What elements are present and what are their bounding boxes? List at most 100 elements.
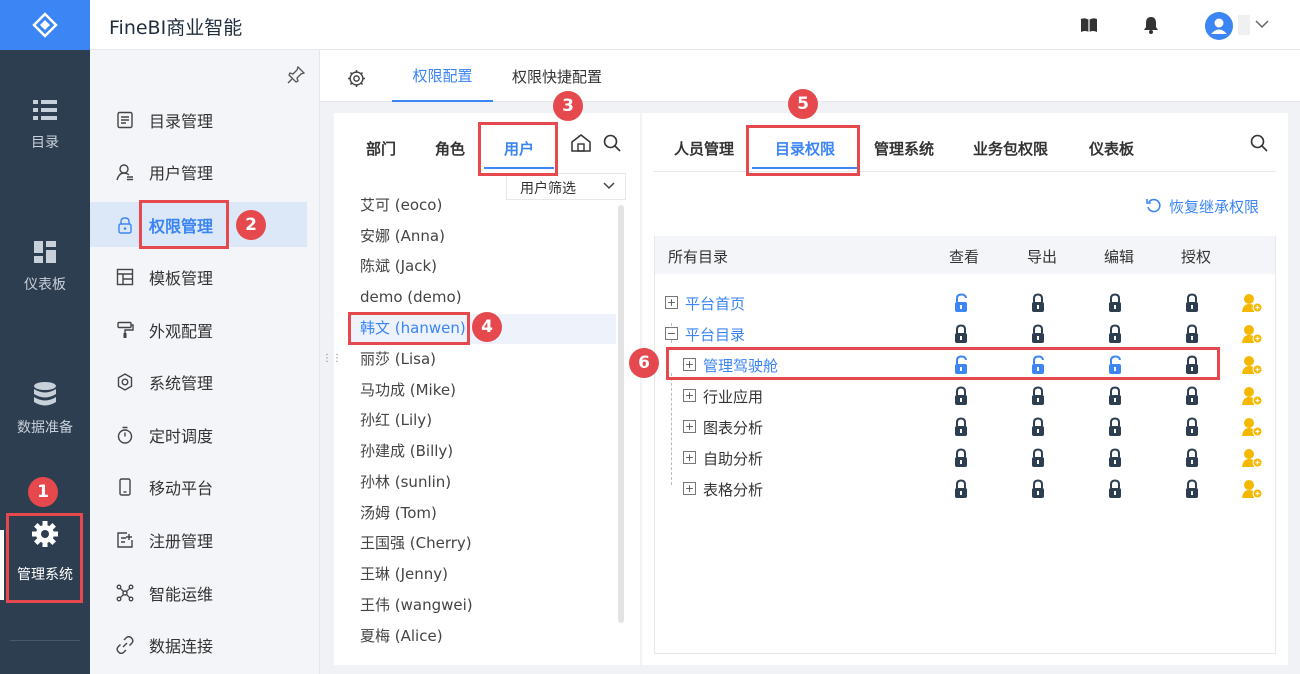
locked-icon[interactable] <box>1183 355 1201 379</box>
sidenav-item-system[interactable]: 系统管理 <box>90 359 307 404</box>
subtab-dashboard[interactable]: 仪表板 <box>1089 131 1134 171</box>
subtab-user[interactable]: 用户 <box>484 131 554 169</box>
department-filter-icon[interactable] <box>570 133 592 153</box>
unlocked-icon[interactable] <box>1106 355 1124 379</box>
user-item[interactable]: 陈斌 (Jack) <box>360 254 437 278</box>
locked-icon[interactable] <box>1106 417 1124 441</box>
chevron-down-icon[interactable] <box>1255 20 1269 29</box>
user-item[interactable]: 孙建成 (Billy) <box>360 439 453 463</box>
tab-permission-config[interactable]: 权限配置 <box>392 50 493 102</box>
sidenav-item-ops[interactable]: 智能运维 <box>90 570 307 615</box>
subtab-role[interactable]: 角色 <box>435 131 465 171</box>
user-filter-dropdown[interactable]: 用户筛选 <box>506 173 626 200</box>
locked-icon[interactable] <box>1106 448 1124 472</box>
sidenav-item-templates[interactable]: 模板管理 <box>90 254 307 299</box>
locked-icon[interactable] <box>1183 448 1201 472</box>
tree-node-label[interactable]: 管理驾驶舱 <box>703 355 778 376</box>
user-item[interactable]: 王国强 (Cherry) <box>360 531 472 555</box>
unlocked-icon[interactable] <box>1029 355 1047 379</box>
user-item[interactable]: 艾可 (eoco) <box>360 193 442 217</box>
user-item[interactable]: 安娜 (Anna) <box>360 224 445 248</box>
locked-icon[interactable] <box>1106 293 1124 317</box>
tree-node-label[interactable]: 平台目录 <box>685 324 745 345</box>
tree-row[interactable]: + 自助分析 <box>654 443 1274 473</box>
subtab-business-package[interactable]: 业务包权限 <box>973 131 1048 171</box>
user-item-selected[interactable]: 韩文 (hanwen) <box>360 316 466 340</box>
locked-icon[interactable] <box>1106 386 1124 410</box>
locked-icon[interactable] <box>1183 293 1201 317</box>
tree-node-label[interactable]: 行业应用 <box>703 386 763 407</box>
locked-icon[interactable] <box>1029 324 1047 348</box>
tree-row[interactable]: + 管理驾驶舱 <box>654 350 1274 380</box>
collapse-icon[interactable]: − <box>665 327 678 340</box>
expand-icon[interactable]: + <box>683 451 696 464</box>
user-authorize-icon[interactable] <box>1241 355 1263 379</box>
tree-row[interactable]: + 表格分析 <box>654 474 1274 504</box>
tree-node-label[interactable]: 自助分析 <box>703 448 763 469</box>
expand-icon[interactable]: + <box>683 389 696 402</box>
rail-item-catalog[interactable]: 目录 <box>0 98 90 152</box>
user-item[interactable]: 汤姆 (Tom) <box>360 501 437 525</box>
settings-icon[interactable] <box>347 69 366 88</box>
user-authorize-icon[interactable] <box>1241 448 1263 472</box>
user-item[interactable]: demo (demo) <box>360 285 462 309</box>
bell-icon[interactable] <box>1143 16 1159 34</box>
tree-row[interactable]: + 行业应用 <box>654 381 1274 411</box>
locked-icon[interactable] <box>952 386 970 410</box>
locked-icon[interactable] <box>1183 479 1201 503</box>
pin-icon[interactable] <box>287 66 305 84</box>
sidenav-item-users[interactable]: 用户管理 <box>90 149 307 194</box>
locked-icon[interactable] <box>952 324 970 348</box>
tree-node-label[interactable]: 图表分析 <box>703 417 763 438</box>
subtab-admin-system[interactable]: 管理系统 <box>874 131 934 171</box>
user-authorize-icon[interactable] <box>1241 417 1263 441</box>
locked-icon[interactable] <box>1183 386 1201 410</box>
user-item[interactable]: 王伟 (wangwei) <box>360 593 473 617</box>
locked-icon[interactable] <box>952 448 970 472</box>
user-item[interactable]: 丽莎 (Lisa) <box>360 347 436 371</box>
user-authorize-icon[interactable] <box>1241 386 1263 410</box>
tree-row[interactable]: + 平台首页 <box>654 288 1274 318</box>
expand-icon[interactable]: + <box>683 420 696 433</box>
tree-node-label[interactable]: 表格分析 <box>703 479 763 500</box>
locked-icon[interactable] <box>1029 479 1047 503</box>
locked-icon[interactable] <box>952 479 970 503</box>
book-icon[interactable] <box>1080 17 1098 33</box>
user-authorize-icon[interactable] <box>1241 293 1263 317</box>
locked-icon[interactable] <box>1029 417 1047 441</box>
tree-row[interactable]: + 图表分析 <box>654 412 1274 442</box>
sidenav-item-appearance[interactable]: 外观配置 <box>90 307 307 352</box>
locked-icon[interactable] <box>1029 293 1047 317</box>
locked-icon[interactable] <box>1029 386 1047 410</box>
sidenav-item-permissions[interactable]: 权限管理 <box>90 202 307 247</box>
expand-icon[interactable]: + <box>683 482 696 495</box>
locked-icon[interactable] <box>1029 448 1047 472</box>
rail-item-admin[interactable]: 管理系统 <box>0 520 90 584</box>
user-item[interactable]: 孙林 (sunlin) <box>360 470 451 494</box>
user-authorize-icon[interactable] <box>1241 324 1263 348</box>
resize-handle[interactable]: ⋮⋮ <box>322 354 342 374</box>
user-authorize-icon[interactable] <box>1241 479 1263 503</box>
locked-icon[interactable] <box>1183 417 1201 441</box>
subtab-people[interactable]: 人员管理 <box>674 131 734 171</box>
rail-item-data-prep[interactable]: 数据准备 <box>0 381 90 437</box>
subtab-catalog-permission[interactable]: 目录权限 <box>752 131 858 169</box>
locked-icon[interactable] <box>1183 324 1201 348</box>
locked-icon[interactable] <box>1106 324 1124 348</box>
sidenav-item-schedule[interactable]: 定时调度 <box>90 412 307 457</box>
search-icon[interactable] <box>603 134 621 152</box>
sidenav-item-registration[interactable]: 注册管理 <box>90 517 307 562</box>
sidenav-item-mobile[interactable]: 移动平台 <box>90 464 307 509</box>
expand-icon[interactable]: + <box>683 358 696 371</box>
user-list-scrollbar[interactable] <box>618 205 624 623</box>
subtab-department[interactable]: 部门 <box>366 131 396 171</box>
tree-row[interactable]: − 平台目录 <box>654 319 1274 349</box>
user-item[interactable]: 王琳 (Jenny) <box>360 562 448 586</box>
unlocked-icon[interactable] <box>952 293 970 317</box>
sidenav-item-catalog[interactable]: 目录管理 <box>90 97 307 142</box>
rail-item-dashboard[interactable]: 仪表板 <box>0 240 90 294</box>
unlocked-icon[interactable] <box>952 355 970 379</box>
restore-inherit-button[interactable]: 恢复继承权限 <box>1146 195 1259 217</box>
locked-icon[interactable] <box>1106 479 1124 503</box>
sidenav-item-connection[interactable]: 数据连接 <box>90 622 307 667</box>
